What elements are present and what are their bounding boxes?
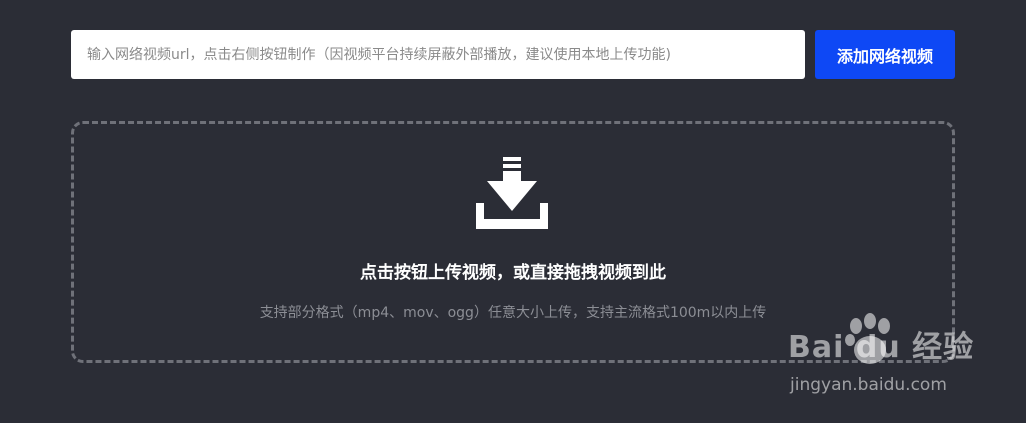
watermark-url: jingyan.baidu.com	[790, 375, 947, 395]
upload-title: 点击按钮上传视频，或直接拖拽视频到此	[360, 263, 666, 283]
watermark-brand: Bai du 经验	[788, 330, 975, 365]
baidu-jingyan-watermark: Bai du 经验 jingyan.baidu.com	[780, 310, 990, 405]
download-tray-icon[interactable]	[474, 157, 550, 229]
add-network-video-button[interactable]: 添加网络视频	[815, 30, 955, 79]
video-url-input[interactable]	[71, 30, 805, 79]
